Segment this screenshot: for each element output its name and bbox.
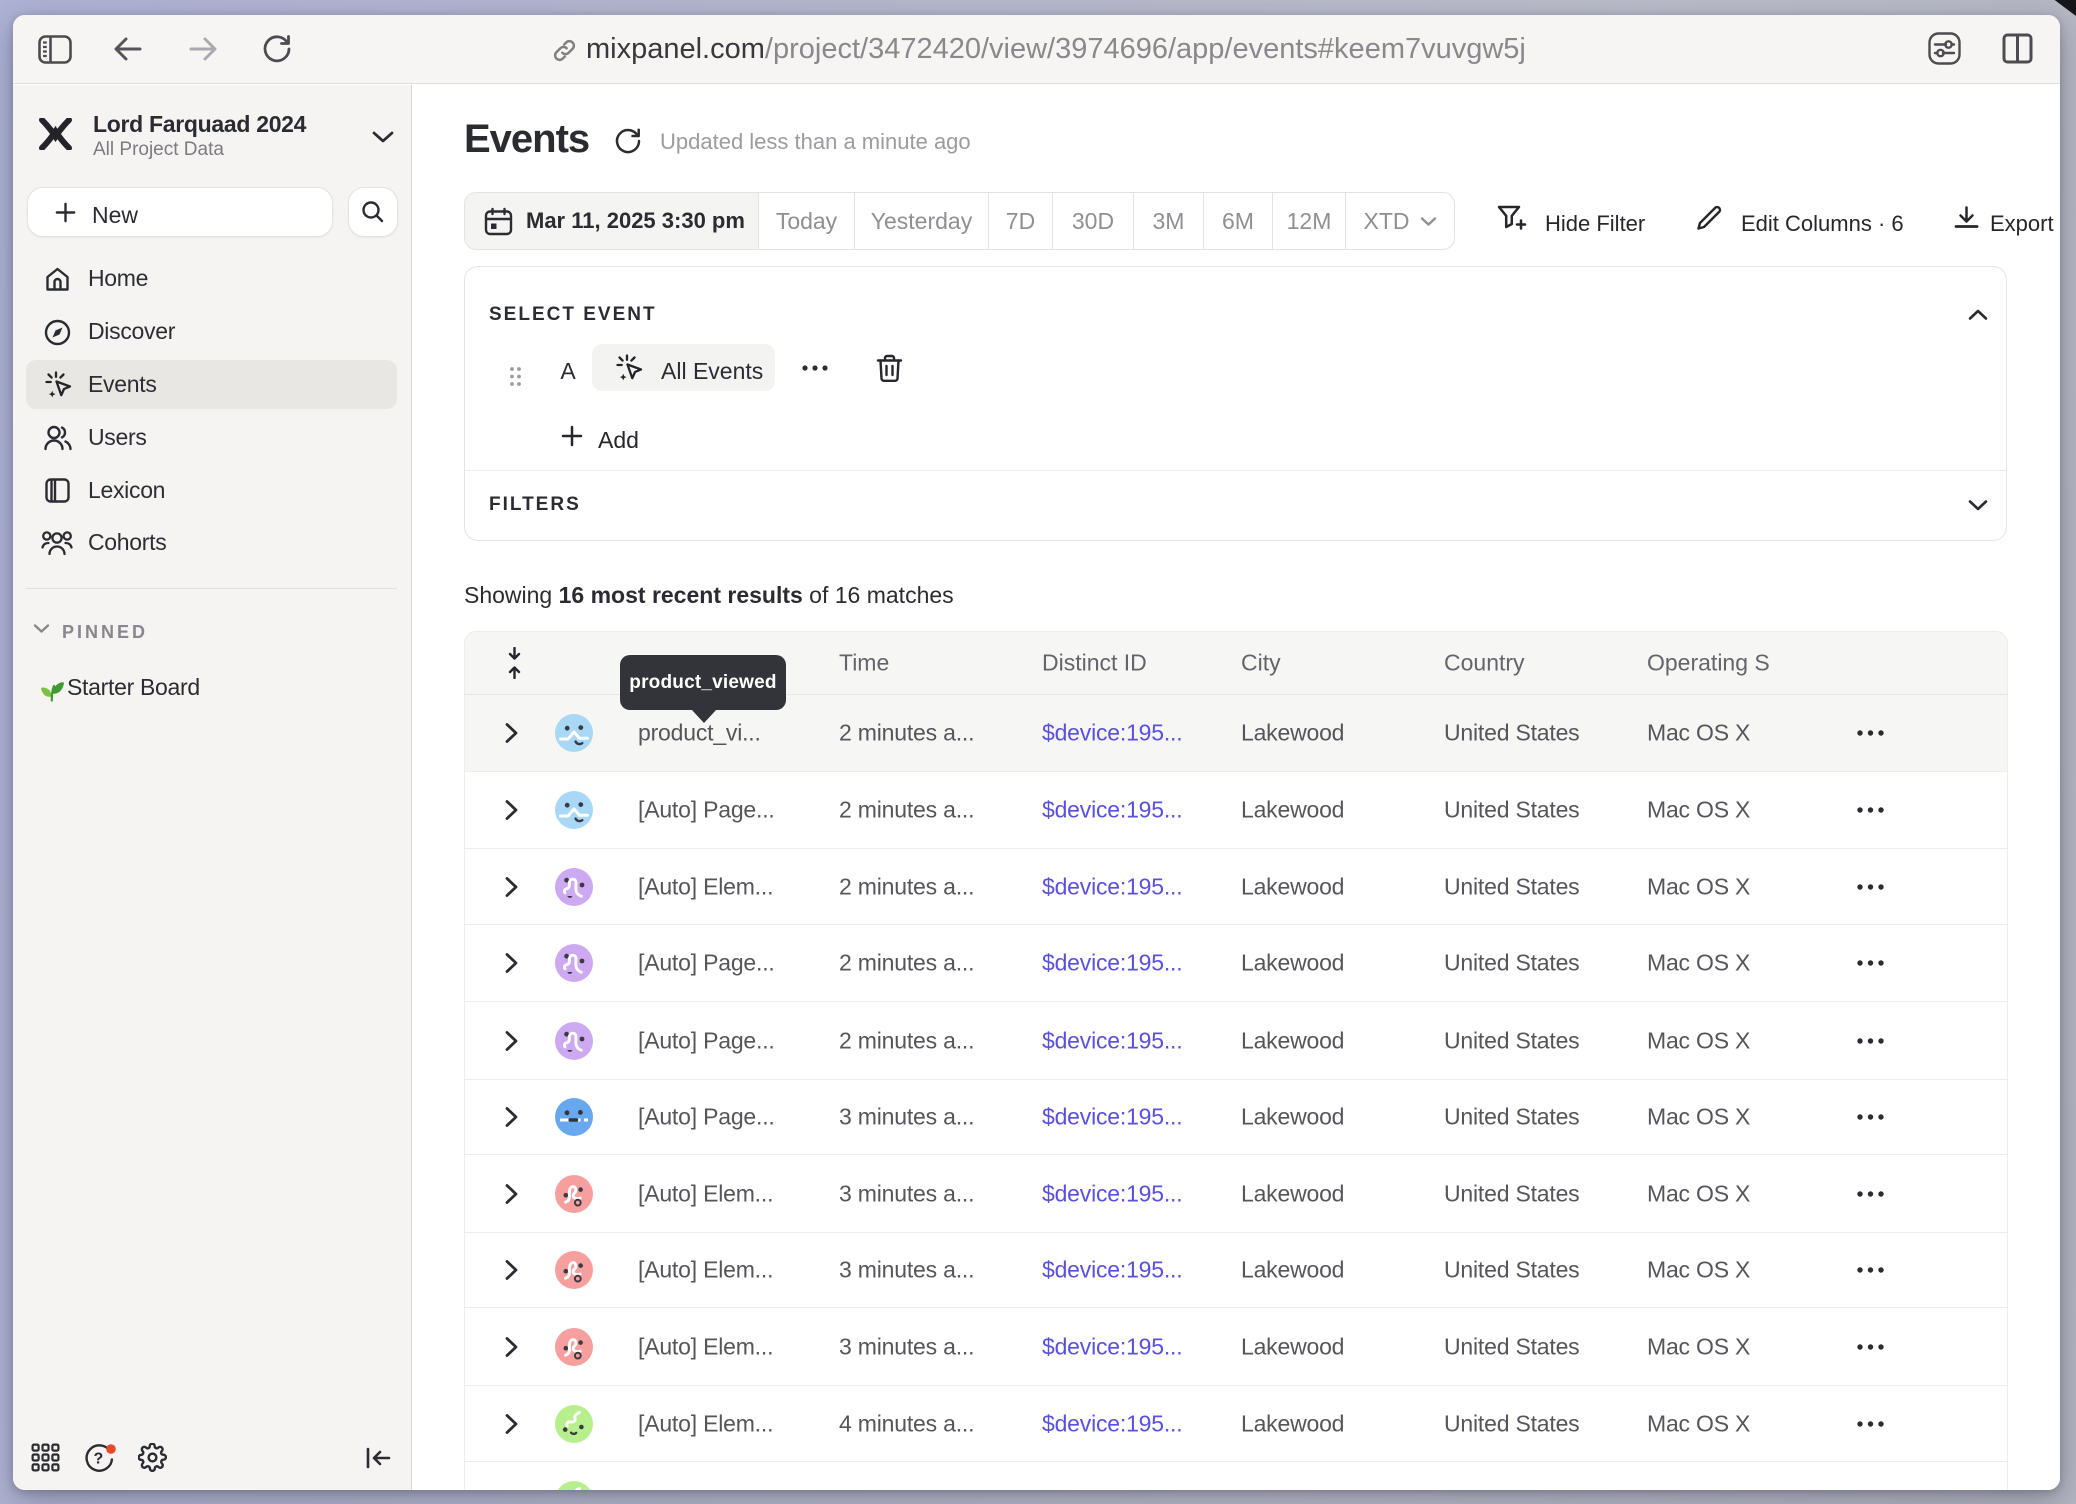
svg-text:?: ? (94, 1451, 104, 1468)
